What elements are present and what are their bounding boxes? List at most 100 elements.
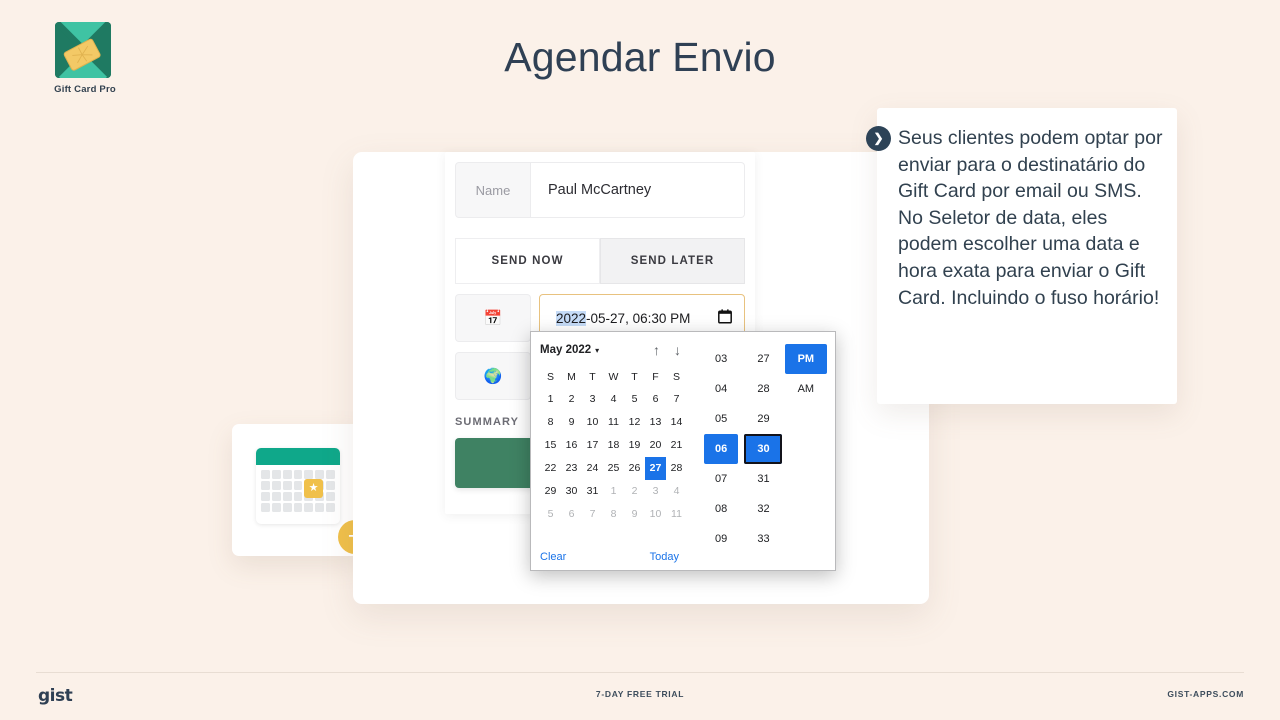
- calendar-dow-4: T: [631, 371, 638, 383]
- page-title: Agendar Envio: [504, 34, 776, 80]
- calendar-day[interactable]: 9: [561, 411, 582, 434]
- calendar-month-label[interactable]: May 2022: [540, 344, 591, 356]
- calendar-day[interactable]: 25: [603, 457, 624, 480]
- name-label: Name: [455, 162, 531, 218]
- calendar-day[interactable]: 7: [582, 503, 603, 526]
- hour-option[interactable]: 09: [704, 524, 738, 554]
- time-pane: 03 04 05 06 07 08 09 27 28 29 30 31 32 33 PM AM: [696, 332, 835, 570]
- calendar-dow-5: F: [652, 371, 659, 383]
- meridiem-option[interactable]: AM: [785, 374, 827, 404]
- calendar-day[interactable]: 2: [561, 388, 582, 411]
- name-row: Name Paul McCartney: [445, 152, 755, 228]
- minute-option[interactable]: 32: [744, 494, 782, 524]
- calendar-day[interactable]: 23: [561, 457, 582, 480]
- hour-option[interactable]: 08: [704, 494, 738, 524]
- tab-send-now[interactable]: SEND NOW: [455, 238, 600, 284]
- calendar-dow-6: S: [672, 371, 680, 383]
- hour-option[interactable]: 05: [704, 404, 738, 434]
- minute-option[interactable]: 31: [744, 464, 782, 494]
- hour-option[interactable]: 03: [704, 344, 738, 374]
- calendar-day[interactable]: 14: [666, 411, 687, 434]
- calendar-dow-2: T: [589, 371, 596, 383]
- calendar-day[interactable]: 31: [582, 480, 603, 503]
- calendar-dow-3: W: [608, 371, 619, 383]
- callout-card: ❯ Seus clientes podem optar por enviar p…: [866, 108, 1177, 404]
- send-mode-tabs: SEND NOW SEND LATER: [445, 228, 755, 284]
- calendar-day[interactable]: 15: [540, 434, 561, 457]
- calendar-day[interactable]: 3: [582, 388, 603, 411]
- calendar-day[interactable]: 8: [540, 411, 561, 434]
- calendar-star-icon: ★: [256, 448, 340, 524]
- calendar-day[interactable]: 13: [645, 411, 666, 434]
- tab-send-later[interactable]: SEND LATER: [600, 238, 745, 284]
- hour-column[interactable]: 03 04 05 06 07 08 09: [700, 344, 742, 562]
- hour-option-selected[interactable]: 06: [704, 434, 739, 464]
- calendar-day[interactable]: 7: [666, 388, 687, 411]
- calendar-icon-header: [256, 448, 340, 465]
- minute-option-selected[interactable]: 30: [744, 434, 783, 464]
- calendar-day[interactable]: 4: [603, 388, 624, 411]
- calendar-grid: S M T W T F S 1 2 3 4 5 6 7 8 9 10 11 12 13 14 15 16 17 18 19 20 21…: [540, 366, 687, 526]
- name-input[interactable]: Paul McCartney: [531, 162, 745, 218]
- footer-divider: [36, 672, 1244, 673]
- brand-logo-label: Gift Card Pro: [54, 84, 116, 95]
- footer-site: GIST-APPS.COM: [1167, 689, 1244, 699]
- calendar-day[interactable]: 16: [561, 434, 582, 457]
- calendar-day-selected[interactable]: 27: [645, 457, 666, 480]
- calendar-day[interactable]: 11: [666, 503, 687, 526]
- calendar-day[interactable]: 2: [624, 480, 645, 503]
- hour-option[interactable]: 04: [704, 374, 738, 404]
- calendar-day[interactable]: 19: [624, 434, 645, 457]
- calendar-day[interactable]: 10: [582, 411, 603, 434]
- datetime-picker-popup[interactable]: May 2022 ▾ ↑ ↓ S M T W T F S 1 2 3 4 5 6 7 8 9 10 11 12 13 1…: [530, 331, 836, 571]
- arrow-up-icon[interactable]: ↑: [653, 343, 660, 357]
- clear-link[interactable]: Clear: [540, 551, 566, 563]
- arrow-down-icon[interactable]: ↓: [674, 343, 681, 357]
- chevron-down-icon[interactable]: ▾: [595, 346, 599, 355]
- callout-text: Seus clientes podem optar por enviar par…: [898, 127, 1163, 309]
- today-link[interactable]: Today: [650, 551, 679, 563]
- calendar-day[interactable]: 8: [603, 503, 624, 526]
- calendar-day[interactable]: 30: [561, 480, 582, 503]
- calendar-day[interactable]: 3: [645, 480, 666, 503]
- calendar-day[interactable]: 26: [624, 457, 645, 480]
- chevron-right-icon: ❯: [866, 126, 891, 151]
- calendar-day[interactable]: 17: [582, 434, 603, 457]
- globe-emoji-icon: 🌍: [455, 352, 531, 400]
- calendar-header: May 2022 ▾ ↑ ↓: [540, 343, 687, 357]
- footer: gist 7-DAY FREE TRIAL GIST-APPS.COM: [0, 686, 1280, 710]
- minute-option[interactable]: 27: [744, 344, 782, 374]
- hour-option[interactable]: 07: [704, 464, 738, 494]
- minute-option[interactable]: 33: [744, 524, 782, 554]
- datetime-rest-segment[interactable]: -05-27, 06:30 PM: [586, 311, 690, 326]
- calendar-day[interactable]: 1: [603, 480, 624, 503]
- calendar-day[interactable]: 24: [582, 457, 603, 480]
- calendar-day[interactable]: 9: [624, 503, 645, 526]
- calendar-day[interactable]: 20: [645, 434, 666, 457]
- calendar-day[interactable]: 12: [624, 411, 645, 434]
- calendar-picker-icon[interactable]: [718, 308, 732, 328]
- meridiem-option-selected[interactable]: PM: [784, 344, 827, 374]
- calendar-day[interactable]: 5: [624, 388, 645, 411]
- meridiem-column[interactable]: PM AM: [784, 344, 827, 562]
- calendar-icon-grid: ★: [256, 465, 340, 517]
- calendar-day[interactable]: 5: [540, 503, 561, 526]
- calendar-day[interactable]: 28: [666, 457, 687, 480]
- calendar-nav-group: ↑ ↓: [653, 343, 687, 357]
- calendar-day[interactable]: 11: [603, 411, 624, 434]
- minute-option[interactable]: 28: [744, 374, 782, 404]
- calendar-day[interactable]: 18: [603, 434, 624, 457]
- calendar-day[interactable]: 6: [561, 503, 582, 526]
- calendar-day[interactable]: 29: [540, 480, 561, 503]
- minute-column[interactable]: 27 28 29 30 31 32 33: [742, 344, 784, 562]
- datetime-selected-segment[interactable]: 2022: [556, 310, 587, 326]
- calendar-day[interactable]: 6: [645, 388, 666, 411]
- calendar-dow-0: S: [546, 371, 554, 383]
- calendar-day[interactable]: 4: [666, 480, 687, 503]
- calendar-day[interactable]: 21: [666, 434, 687, 457]
- slide-canvas: Gift Card Pro Agendar Envio ★ + Name Pau…: [0, 0, 1280, 720]
- calendar-day[interactable]: 10: [645, 503, 666, 526]
- calendar-day[interactable]: 22: [540, 457, 561, 480]
- calendar-day[interactable]: 1: [540, 388, 561, 411]
- minute-option[interactable]: 29: [744, 404, 782, 434]
